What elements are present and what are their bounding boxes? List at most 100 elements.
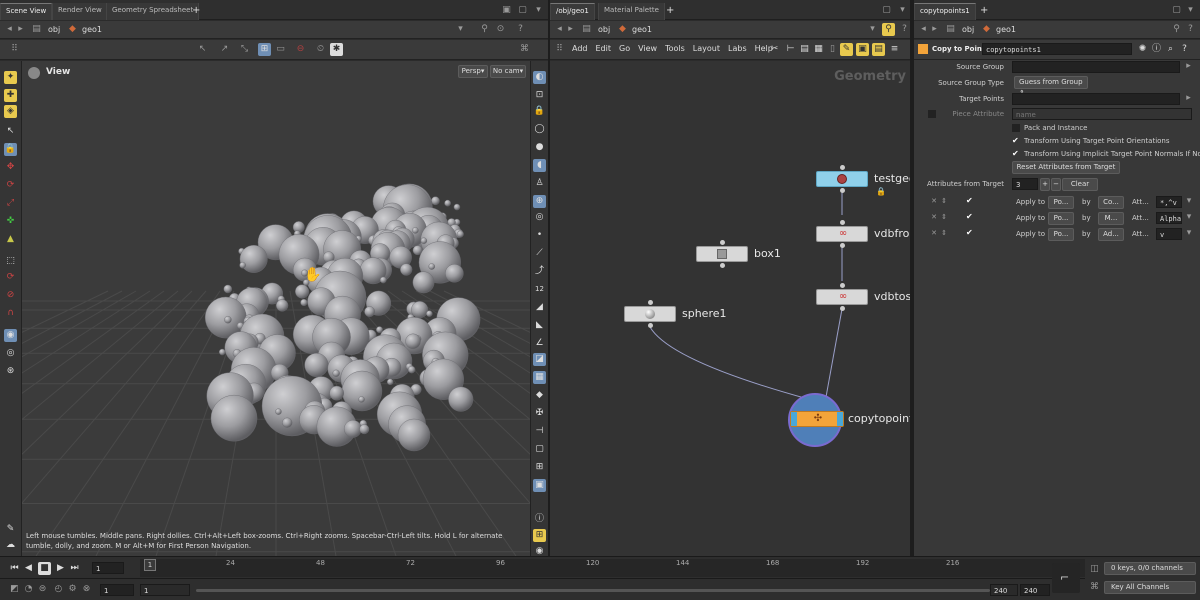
remove-row-icon[interactable]: ✕ (930, 195, 938, 208)
row-enable-checkbox[interactable]: ✔ (966, 212, 973, 221)
select-arrow-icon[interactable]: ↖ (4, 125, 17, 138)
maximize-icon[interactable]: ▢ (516, 4, 529, 17)
add-network-tab-button[interactable]: + (662, 3, 678, 20)
testgeo-output-dot[interactable] (840, 188, 845, 193)
select-points-icon[interactable]: ↗ (218, 43, 231, 56)
vdbfrom-output-dot[interactable] (840, 243, 845, 248)
tab-copytopoints1[interactable]: copytopoints1 (914, 3, 976, 20)
render-tool-icon[interactable]: ◎ (4, 347, 17, 360)
apply-to-menu[interactable]: Po... (1048, 228, 1074, 241)
path-root[interactable]: obj (48, 23, 60, 37)
play-icon[interactable]: ▶ (54, 562, 67, 575)
snap-icon[interactable]: ⌘ (518, 43, 531, 56)
sphere-display-icon[interactable]: ◯ (533, 123, 546, 136)
node-label-box1[interactable]: box1 (754, 247, 781, 260)
network-path-root[interactable]: obj (598, 23, 610, 37)
select-vertices-icon[interactable]: ▭ (274, 43, 287, 56)
sphere1-output-dot[interactable] (648, 323, 653, 328)
att-field[interactable]: v (1156, 228, 1182, 240)
select-edges-icon[interactable]: ⤡ (238, 43, 251, 56)
testgeo-input-dot[interactable] (840, 165, 845, 170)
checker-icon[interactable]: ▦ (533, 371, 546, 384)
source-group-field[interactable] (1012, 61, 1180, 73)
light-bulb-icon[interactable]: ◖ (533, 159, 546, 172)
row-enable-checkbox[interactable]: ✔ (966, 228, 973, 237)
timeline-scrubber[interactable]: 1 24 48 72 96 120 144 168 192 216 (140, 559, 1085, 577)
search-icon[interactable]: ⌕ (1164, 43, 1177, 56)
flag-icon[interactable]: ✱ (330, 43, 343, 56)
vdbfrom-input-dot[interactable] (840, 220, 845, 225)
node-label-vdbfrom[interactable]: vdbfrom (874, 227, 910, 240)
texture-icon[interactable]: ◪ (533, 353, 546, 366)
snap-tool-icon[interactable]: ⟳ (4, 271, 17, 284)
view-tool-icon[interactable]: ◈ (4, 105, 17, 118)
shape-icon[interactable]: ◣ (533, 319, 546, 332)
by-menu[interactable]: Ad... (1098, 228, 1124, 241)
magnet-tool-icon[interactable]: ⊘ (4, 289, 17, 302)
pin-icon[interactable]: ⚲ (478, 23, 491, 36)
current-frame-field[interactable]: 1 (92, 562, 124, 574)
network-tools-icon[interactable]: ✂ (768, 43, 781, 56)
diag-icon[interactable]: ⟋ (533, 247, 546, 260)
stop-icon[interactable]: ■ (38, 562, 51, 575)
network-grid-view-icon[interactable]: ▦ (812, 43, 825, 56)
setting-icon[interactable]: ⚙ (66, 583, 79, 596)
eye-icon[interactable]: ◎ (533, 211, 546, 224)
menu-item-view[interactable]: View (638, 44, 657, 53)
source-group-type-menu[interactable]: Guess from Group ⇕ (1014, 76, 1088, 97)
snapshot-icon[interactable]: ⊕ (533, 195, 546, 208)
node-sphere1[interactable] (624, 306, 676, 322)
copytopoints-display-flag[interactable] (837, 412, 843, 426)
pose-tool-icon[interactable]: ✜ (4, 215, 17, 228)
path-dropdown-icon[interactable]: ▾ (454, 23, 467, 36)
params-options-icon[interactable]: ▾ (1184, 4, 1197, 17)
tab-geometry-spreadsheet[interactable]: Geometry Spreadsheet (106, 3, 200, 20)
menu-item-layout[interactable]: Layout (693, 44, 720, 53)
op-name-field[interactable]: copytopoints1 (982, 43, 1132, 55)
reorder-row-icon[interactable]: ⇕ (940, 211, 948, 224)
info-params-icon[interactable]: ⓘ (1150, 43, 1163, 56)
grid-dots-icon[interactable]: ⠿ (8, 43, 21, 56)
display-tool-icon[interactable]: ⊛ (4, 365, 17, 378)
wire-icon[interactable]: ⊡ (533, 89, 546, 102)
network-list-icon[interactable]: ▤ (798, 43, 811, 56)
node-vdbfrom[interactable]: ∞ (816, 226, 868, 242)
add-tab-button[interactable]: + (188, 3, 204, 20)
range-slider[interactable] (196, 589, 990, 592)
timer-icon[interactable]: ⏲ (314, 43, 327, 56)
cache-icon[interactable]: ⊜ (36, 583, 49, 596)
params-forward-icon[interactable]: ▸ (928, 23, 941, 36)
node-label-sphere1[interactable]: sphere1 (682, 307, 727, 320)
key-icon[interactable]: ⊗ (80, 583, 93, 596)
params-link-icon[interactable]: ⚲ (1170, 23, 1183, 36)
apply-to-menu[interactable]: Po... (1048, 212, 1074, 225)
attrs-remove-button[interactable]: − (1051, 178, 1061, 191)
pack-instance-checkbox[interactable] (1012, 124, 1020, 132)
node-box1[interactable] (696, 246, 748, 262)
clock-icon[interactable]: ◴ (52, 583, 65, 596)
by-menu[interactable]: M... (1098, 212, 1124, 225)
move-tool-icon[interactable]: ✥ (4, 161, 17, 174)
step-back-icon[interactable]: ◀ (22, 562, 35, 575)
network-path-dropdown-icon[interactable]: ▾ (866, 23, 879, 36)
network-forward-icon[interactable]: ▸ (564, 23, 577, 36)
target-points-arrow-icon[interactable]: ▸ (1182, 92, 1195, 105)
node-label-copytopoints[interactable]: copytopoints (848, 412, 910, 425)
vdbtosp-output-dot[interactable] (840, 306, 845, 311)
sphere1-input-dot[interactable] (648, 300, 653, 305)
display-option-icon[interactable]: ◐ (533, 71, 546, 84)
help-circle-icon[interactable]: ? (1178, 43, 1191, 56)
shaded-icon[interactable]: ● (533, 141, 546, 154)
node-label-vdbtosp[interactable]: vdbtosp (874, 290, 910, 303)
diamond-icon[interactable]: ◆ (533, 389, 546, 402)
forward-icon[interactable]: ▸ (14, 23, 27, 36)
reorder-row-icon[interactable]: ⇕ (940, 195, 948, 208)
box1-input-dot[interactable] (720, 240, 725, 245)
att-dropdown-icon[interactable]: ▾ (1184, 227, 1194, 240)
pin-display-icon[interactable]: ⤴ (533, 265, 546, 278)
params-path-root[interactable]: obj (962, 23, 974, 37)
node-label-testgeo[interactable]: testgeo (874, 172, 910, 185)
tab-render-view[interactable]: Render View (52, 3, 108, 20)
rotate-tool-icon[interactable]: ⟳ (4, 179, 17, 192)
network-tree-icon[interactable]: ⊢ (784, 43, 797, 56)
